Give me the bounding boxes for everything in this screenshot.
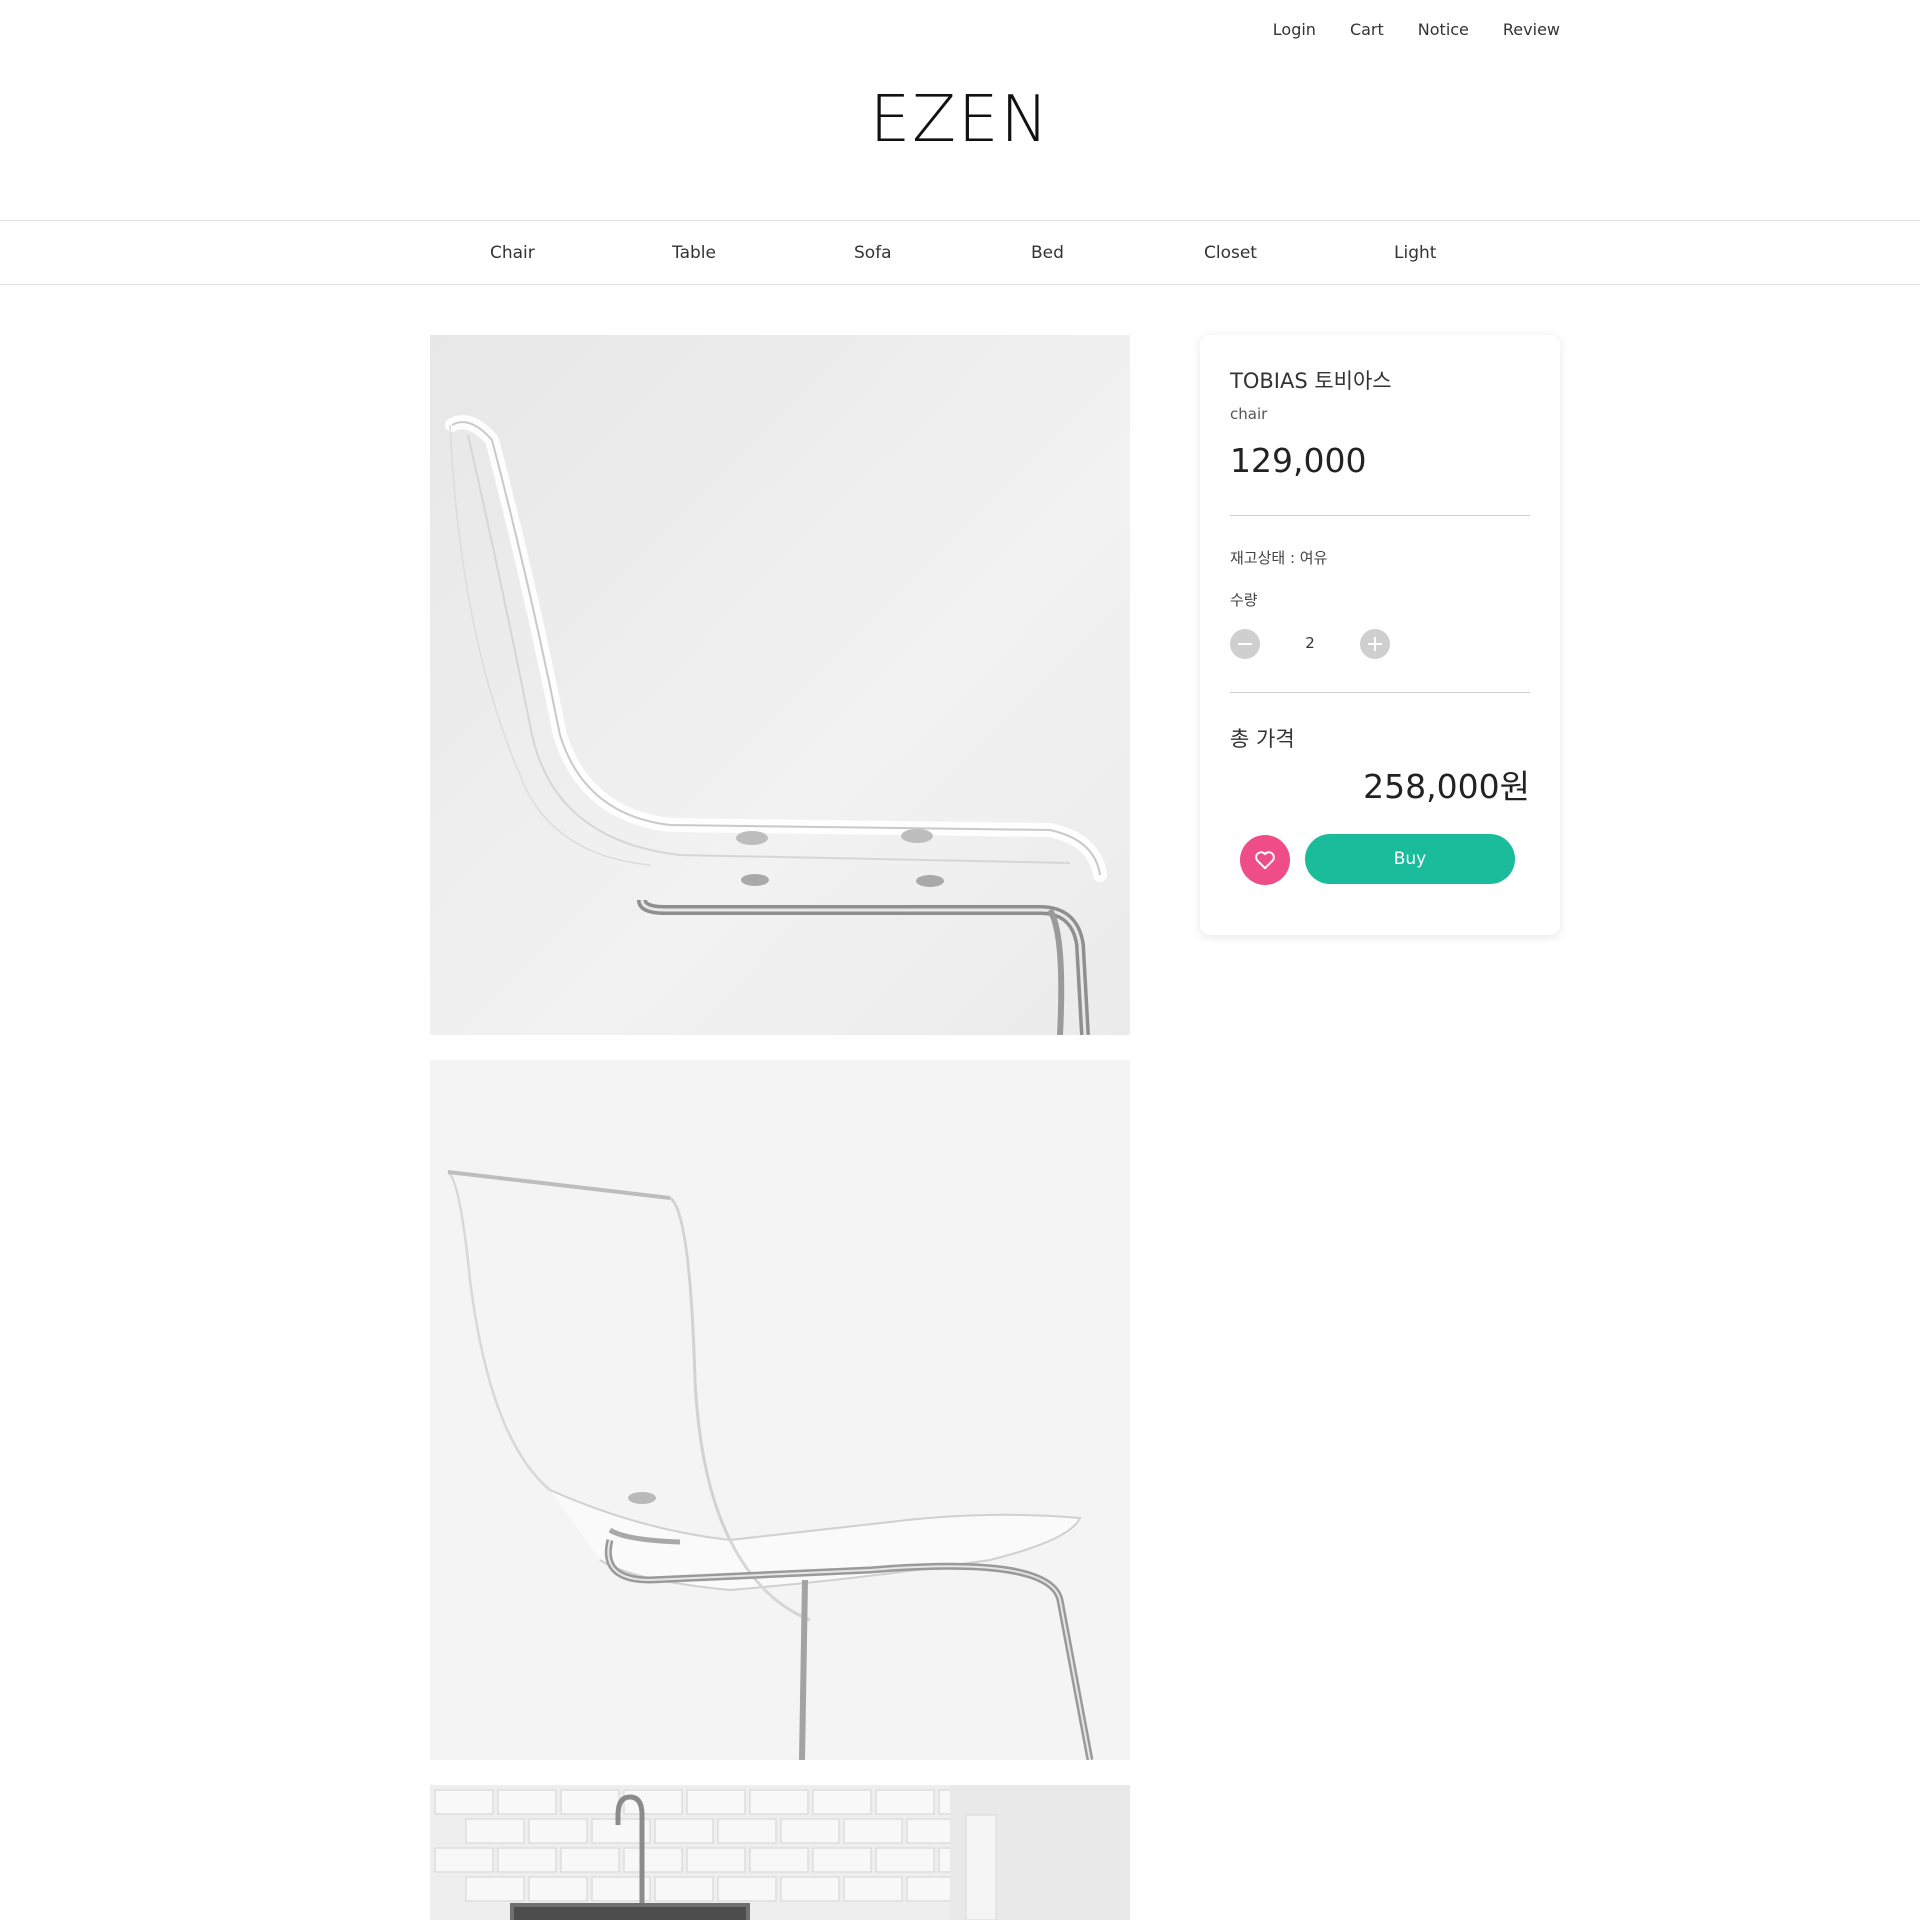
- product-price: 129,000: [1230, 441, 1367, 480]
- category-chair[interactable]: Chair: [490, 243, 535, 263]
- quantity-label: 수량: [1230, 591, 1258, 609]
- category-light[interactable]: Light: [1394, 243, 1436, 263]
- wishlist-button[interactable]: [1240, 835, 1290, 885]
- category-bed[interactable]: Bed: [1031, 243, 1064, 263]
- product-image-2: [430, 1060, 1130, 1760]
- minus-icon: [1238, 643, 1252, 645]
- category-table[interactable]: Table: [672, 243, 716, 263]
- product-name: TOBIAS 토비아스: [1230, 369, 1392, 393]
- total-price: 258,000원: [1363, 767, 1530, 806]
- category-sofa[interactable]: Sofa: [854, 243, 892, 263]
- stock-status: 재고상태 : 여유: [1230, 549, 1328, 567]
- buy-button[interactable]: Buy: [1305, 834, 1515, 884]
- product-image-1: [430, 335, 1130, 1035]
- quantity-increase-button[interactable]: [1360, 629, 1390, 659]
- heart-icon: [1255, 851, 1275, 870]
- divider: [1230, 692, 1530, 693]
- category-closet[interactable]: Closet: [1204, 243, 1257, 263]
- site-logo[interactable]: EZEN: [0, 84, 1920, 156]
- review-link[interactable]: Review: [1503, 20, 1560, 39]
- total-price-label: 총 가격: [1230, 727, 1295, 751]
- divider: [1230, 515, 1530, 516]
- product-info-panel: TOBIAS 토비아스 chair 129,000 재고상태 : 여유 수량 2…: [1200, 335, 1560, 935]
- category-nav: Chair Table Sofa Bed Closet Light: [0, 220, 1920, 285]
- quantity-value: 2: [1305, 634, 1315, 652]
- notice-link[interactable]: Notice: [1418, 20, 1469, 39]
- cart-link[interactable]: Cart: [1350, 20, 1384, 39]
- login-link[interactable]: Login: [1273, 20, 1316, 39]
- quantity-decrease-button[interactable]: [1230, 629, 1260, 659]
- utility-nav: Login Cart Notice Review: [1273, 20, 1560, 39]
- product-category: chair: [1230, 405, 1268, 423]
- product-image-3: [430, 1785, 1130, 1920]
